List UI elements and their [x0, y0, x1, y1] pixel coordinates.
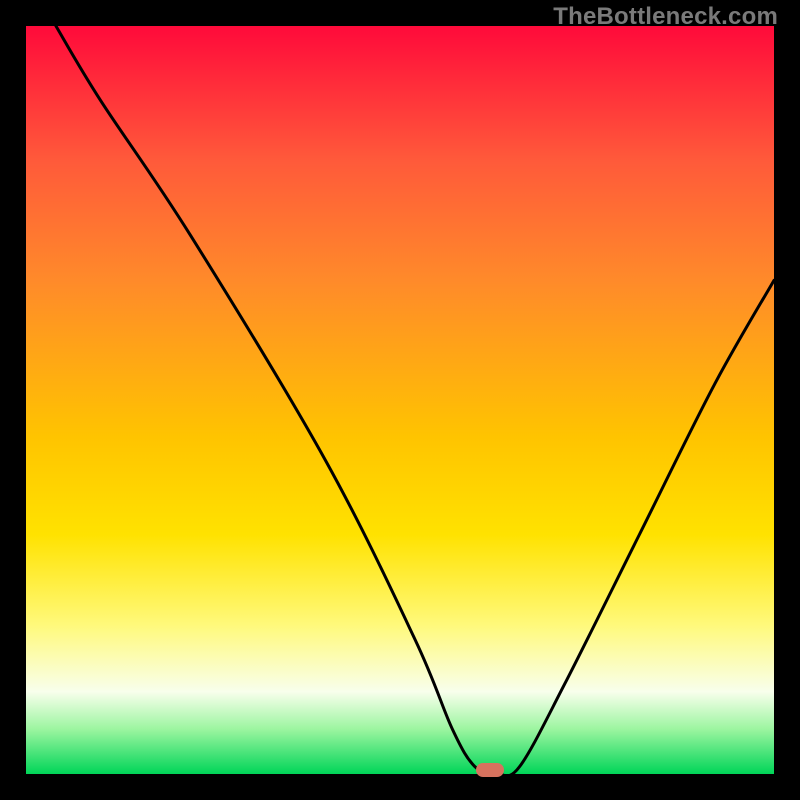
plot-area	[26, 26, 774, 774]
chart-stage: TheBottleneck.com	[0, 0, 800, 800]
optimal-point-marker	[476, 763, 504, 777]
curve-path	[56, 26, 774, 776]
bottleneck-curve	[26, 26, 774, 774]
